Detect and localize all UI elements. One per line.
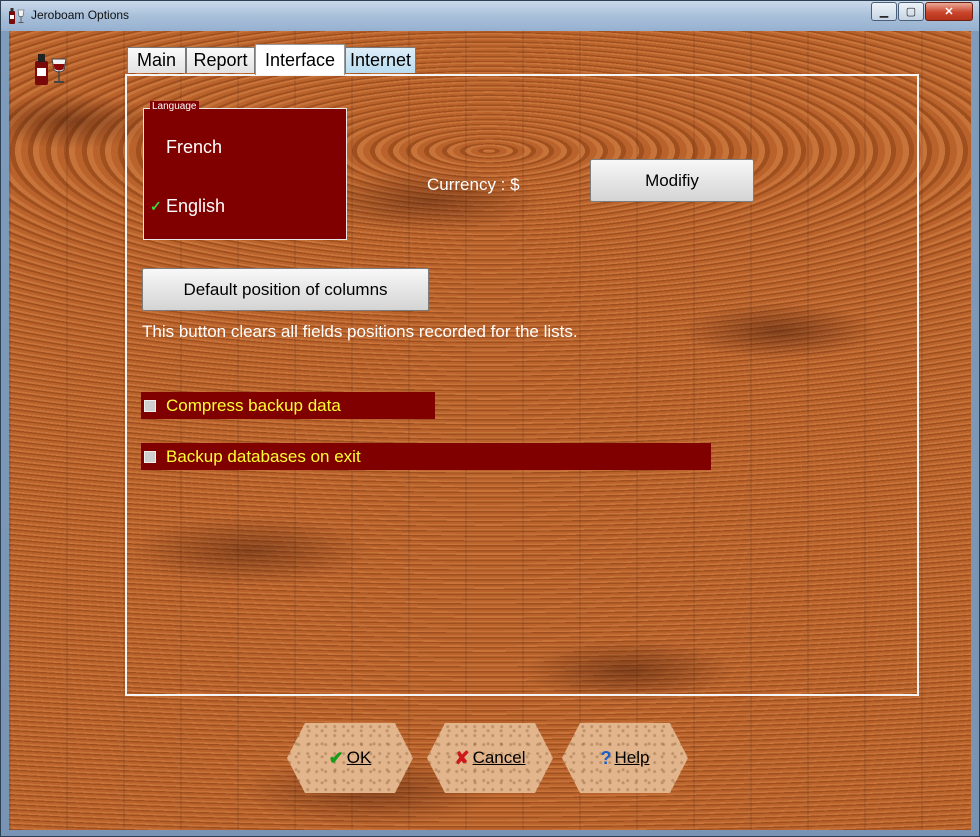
- backup-on-exit-checkbox[interactable]: [144, 450, 156, 463]
- close-icon: ✕: [944, 6, 954, 18]
- wine-bottle-icon: [9, 8, 25, 24]
- help-button[interactable]: ? Help: [562, 723, 688, 793]
- language-group: Language French ✓ English: [143, 101, 347, 240]
- minimize-button[interactable]: ▁: [871, 2, 897, 21]
- question-icon: ?: [600, 747, 612, 768]
- ok-button[interactable]: ✔ OK: [287, 723, 413, 793]
- cancel-button[interactable]: ✘ Cancel: [427, 723, 553, 793]
- default-columns-button[interactable]: Default position of columns: [142, 268, 429, 311]
- help-label: Help: [614, 748, 650, 767]
- language-option-french[interactable]: French: [166, 137, 222, 158]
- modify-currency-button[interactable]: Modifiy: [590, 159, 754, 202]
- interface-panel: Language French ✓ English Currency : $ M…: [125, 74, 919, 696]
- maximize-button[interactable]: ▢: [898, 2, 924, 21]
- checkmark-icon: ✔: [328, 747, 344, 768]
- tab-internet[interactable]: Internet: [345, 47, 416, 73]
- options-window: Jeroboam Options ▁ ▢ ✕ Main Report Inter…: [0, 0, 980, 837]
- ok-label: OK: [346, 748, 372, 767]
- title-bar[interactable]: Jeroboam Options ▁ ▢ ✕: [1, 1, 979, 31]
- window-title: Jeroboam Options: [31, 8, 130, 22]
- minimize-icon: ▁: [879, 6, 889, 18]
- language-option-english[interactable]: English: [166, 196, 225, 217]
- wine-logo-icon: [35, 54, 67, 85]
- cross-icon: ✘: [454, 747, 470, 768]
- currency-label: Currency : $: [427, 175, 520, 194]
- backup-on-exit-checkbox-row[interactable]: Backup databases on exit: [141, 443, 711, 470]
- maximize-icon: ▢: [905, 6, 917, 18]
- language-legend: Language: [150, 101, 199, 112]
- tab-report[interactable]: Report: [186, 47, 255, 73]
- compress-backup-checkbox-row[interactable]: Compress backup data: [141, 392, 435, 419]
- default-columns-hint: This button clears all fields positions …: [142, 322, 578, 341]
- tab-main[interactable]: Main: [127, 47, 186, 73]
- close-button[interactable]: ✕: [925, 2, 973, 21]
- check-icon: ✓: [150, 198, 162, 214]
- cancel-label: Cancel: [472, 748, 526, 767]
- options-client-area: Main Report Interface Internet Language …: [9, 31, 971, 830]
- compress-backup-checkbox[interactable]: [144, 399, 156, 412]
- tab-interface[interactable]: Interface: [255, 44, 345, 75]
- compress-backup-label: Compress backup data: [166, 395, 341, 415]
- backup-on-exit-label: Backup databases on exit: [166, 446, 361, 466]
